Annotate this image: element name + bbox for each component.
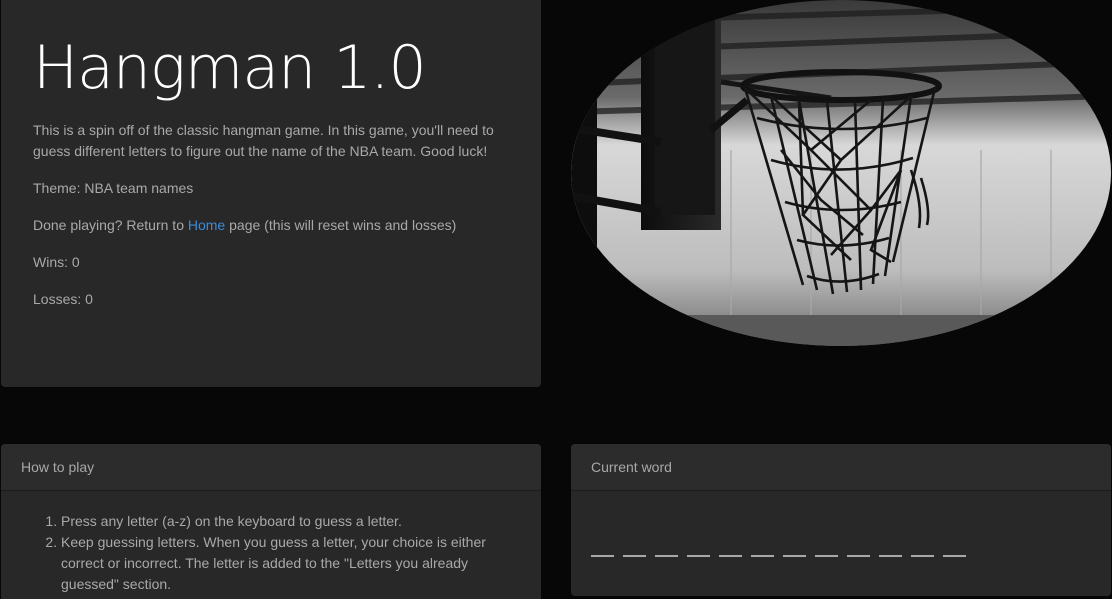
page-title: Hangman 1.0 [33,33,427,103]
losses-count: Losses: 0 [33,291,93,307]
wins-count: Wins: 0 [33,254,80,270]
letter-blank [591,555,614,557]
letter-blank [623,555,646,557]
how-to-play-body: Press any letter (a-z) on the keyboard t… [1,491,541,595]
how-to-play-card: How to play Press any letter (a-z) on th… [1,444,541,599]
letter-blank [847,555,870,557]
letter-blank [655,555,678,557]
home-link[interactable]: Home [188,217,225,233]
letter-blank [751,555,774,557]
page: Hangman 1.0 This is a spin off of the cl… [0,0,1112,599]
theme-text: Theme: NBA team names [33,180,194,196]
done-playing-text: Done playing? Return to Home page (this … [33,215,509,236]
basketball-hoop-image [571,0,1111,346]
current-word-card: Current word [571,444,1111,596]
current-word-body [571,491,1111,557]
letter-blank [719,555,742,557]
intro-panel: Hangman 1.0 This is a spin off of the cl… [1,0,541,387]
instruction-step: Keep guessing letters. When you guess a … [61,532,521,595]
letter-blank [879,555,902,557]
done-prefix: Done playing? Return to [33,217,188,233]
letter-blank [783,555,806,557]
letter-blank [911,555,934,557]
how-to-play-header: How to play [1,444,541,491]
instruction-step: Press any letter (a-z) on the keyboard t… [61,511,521,532]
done-suffix: page (this will reset wins and losses) [225,217,457,233]
current-word-header: Current word [571,444,1111,491]
word-blanks [591,555,1091,557]
letter-blank [943,555,966,557]
letter-blank [815,555,838,557]
instructions-list: Press any letter (a-z) on the keyboard t… [21,511,521,595]
letter-blank [687,555,710,557]
intro-text: This is a spin off of the classic hangma… [33,122,494,159]
